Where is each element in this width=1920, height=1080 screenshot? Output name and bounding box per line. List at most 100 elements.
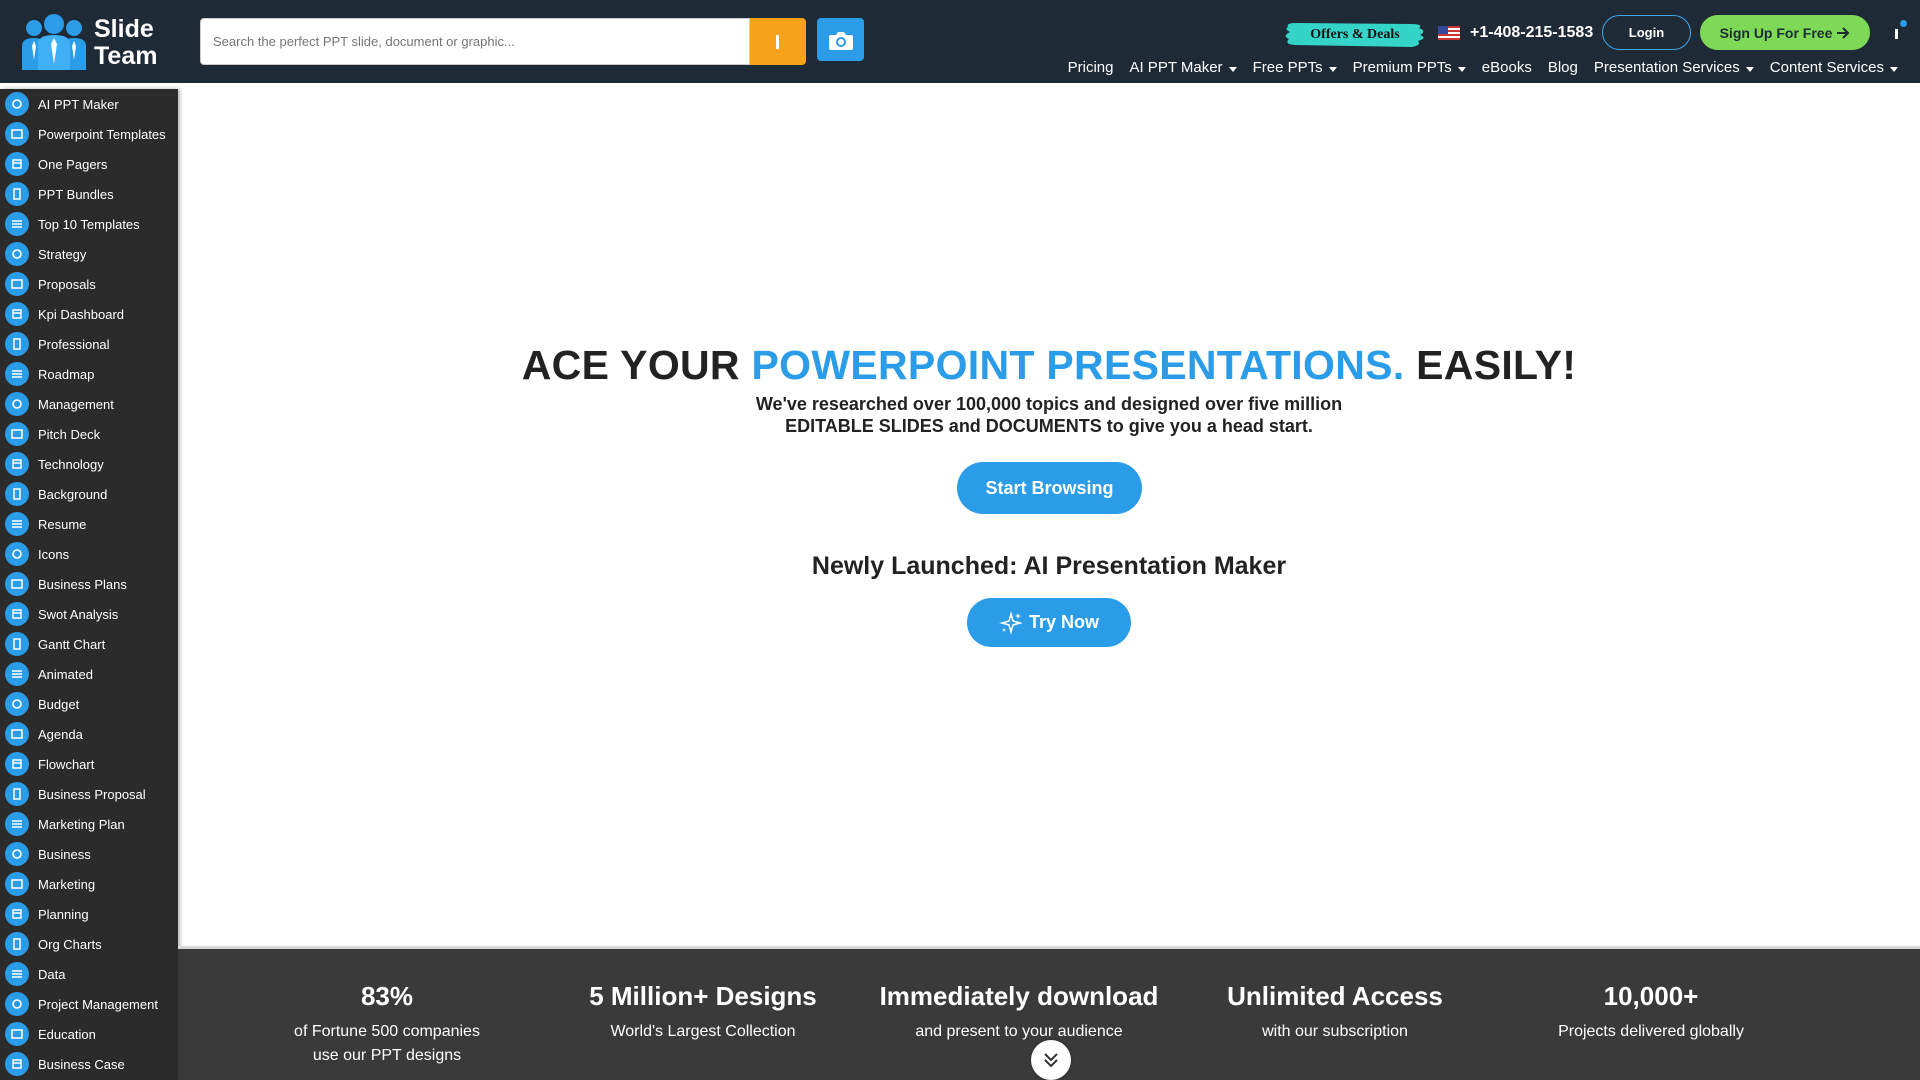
sidebar-item-ppt-bundles[interactable]: PPT Bundles [0,179,178,209]
stat-title: Unlimited Access [1227,981,1443,1011]
image-search-button[interactable] [817,18,864,61]
newly-launched-heading: Newly Launched: AI Presentation Maker [811,552,1287,580]
sidebar-item-data[interactable]: Data [0,959,178,989]
sidebar-item-project-management[interactable]: Project Management [0,989,178,1019]
sidebar-item-roadmap[interactable]: Roadmap [0,359,178,389]
table-icon [5,782,29,806]
budget-icon [5,692,29,716]
sidebar-item-technology[interactable]: Technology [0,449,178,479]
start-browsing-button[interactable]: Start Browsing [957,462,1142,514]
sidebar-item-icons[interactable]: Icons [0,539,178,569]
logo-line-1: Slide [94,15,154,43]
login-button[interactable]: Login [1602,15,1691,50]
stat-title: 10,000+ [1603,981,1699,1011]
roadmap-icon [5,362,29,386]
nav-ai-ppt-maker[interactable]: AI PPT Maker [1129,59,1237,76]
sidebar-item-ai-ppt-maker[interactable]: AI PPT Maker [0,89,178,119]
sidebar-item-label: Professional [38,336,110,352]
technology-icon [5,452,29,476]
try-now-label: Try Now [1028,612,1099,632]
background-icon [5,482,29,506]
sidebar-item-label: Business Case [38,1056,125,1072]
stat-item: 83% of Fortune 500 companies use our PPT d… [237,981,537,1068]
search-bar [200,18,806,65]
sidebar-item-powerpoint-templates[interactable]: Powerpoint Templates [0,119,178,149]
sidebar-item-label: Swot Analysis [38,606,119,622]
nav-content-services[interactable]: Content Services [1770,59,1898,76]
sidebar-item-label: Business Plans [38,576,127,592]
stat-title: 83% [360,981,414,1011]
sidebar-item-budget[interactable]: Budget [0,689,178,719]
signup-button[interactable]: Sign Up For Free [1700,15,1870,50]
slideteam-logo[interactable]: Slide Team [18,14,180,72]
us-flag-icon [1438,26,1460,40]
nav-ebooks[interactable]: eBooks [1482,59,1532,76]
puzzle-icon [5,902,29,926]
nav-presentation-services[interactable]: Presentation Services [1594,59,1754,76]
business-case-icon [5,1052,29,1076]
sidebar-item-proposals[interactable]: Proposals [0,269,178,299]
sidebar-item-management[interactable]: Management [0,389,178,419]
site-header: Slide Team Offers & Deals +1-408-215-158… [0,0,1920,83]
sidebar-item-business[interactable]: Business [0,839,178,869]
sidebar-item-kpi-dashboard[interactable]: Kpi Dashboard [0,299,178,329]
sidebar-item-label: Roadmap [38,366,95,382]
sidebar-item-label: AI PPT Maker [38,96,119,112]
stat-item: 5 Million+ Designs World's Largest Collec… [553,981,853,1044]
data-icon [5,962,29,986]
org-chart-icon [5,932,29,956]
sidebar-item-one-pagers[interactable]: One Pagers [0,149,178,179]
stat-text: with our subscription [1185,1020,1485,1044]
sidebar-item-org-charts[interactable]: Org Charts [0,929,178,959]
sidebar-item-gantt-chart[interactable]: Gantt Chart [0,629,178,659]
scroll-down-button[interactable] [1031,1040,1071,1080]
nav-label: Pricing [1067,59,1114,76]
sidebar-item-flowchart[interactable]: Flowchart [0,749,178,779]
gantt-icon [5,632,29,656]
sidebar-item-label: Powerpoint Templates [38,126,166,142]
sidebar-item-top-10-templates[interactable]: Top 10 Templates [0,209,178,239]
stat-line1: and present to your audience [915,1023,1123,1040]
search-button[interactable] [750,18,806,65]
main-nav: Pricing AI PPT Maker Free PPTs Premium P… [1052,59,1898,76]
sidebar-item-resume[interactable]: Resume [0,509,178,539]
business-plan-icon [5,572,29,596]
sidebar-item-swot-analysis[interactable]: Swot Analysis [0,599,178,629]
sidebar-item-professional[interactable]: Professional [0,329,178,359]
marketing-plan-icon [5,812,29,836]
sidebar-item-business-case[interactable]: Business Case [0,1049,178,1079]
sidebar-item-strategy[interactable]: Strategy [0,239,178,269]
search-icon [776,34,779,49]
chevron-down-icon [1457,67,1466,72]
sidebar-item-label: Data [38,966,66,982]
search-input[interactable] [200,18,750,65]
sidebar-item-business-proposal[interactable]: Business Proposal [0,779,178,809]
sidebar-item-marketing-plan[interactable]: Marketing Plan [0,809,178,839]
nav-pricing[interactable]: Pricing [1068,59,1114,76]
sidebar-item-agenda[interactable]: Agenda [0,719,178,749]
stat-line1: World's Largest Collection [610,1023,796,1040]
sparkle-icon [999,610,1023,635]
sidebar-item-label: Proposals [38,276,96,292]
sidebar-item-animated[interactable]: Animated [0,659,178,689]
phone-number[interactable]: +1-408-215-1583 [1470,24,1593,42]
page-icon [5,152,29,176]
sidebar-item-planning[interactable]: Planning [0,899,178,929]
sidebar-item-marketing[interactable]: Marketing [0,869,178,899]
sidebar-item-label: Marketing [38,876,96,892]
nav-premium-ppts[interactable]: Premium PPTs [1353,59,1466,76]
offers-deals-badge[interactable]: Offers & Deals [1282,19,1428,51]
sidebar-item-background[interactable]: Background [0,479,178,509]
sidebar-item-label: Agenda [38,726,83,742]
stat-text: World's Largest Collection [553,1020,853,1044]
sidebar-item-business-plans[interactable]: Business Plans [0,569,178,599]
nav-blog[interactable]: Blog [1548,59,1578,76]
try-now-button[interactable]: Try Now [967,598,1131,647]
nav-free-ppts[interactable]: Free PPTs [1253,59,1337,76]
camera-icon [828,31,853,50]
stat-line2: use our PPT designs [312,1047,462,1064]
sidebar-item-pitch-deck[interactable]: Pitch Deck [0,419,178,449]
sidebar-item-label: PPT Bundles [38,186,114,202]
sidebar-item-education[interactable]: Education [0,1019,178,1049]
sidebar-item-label: Resume [38,516,87,532]
